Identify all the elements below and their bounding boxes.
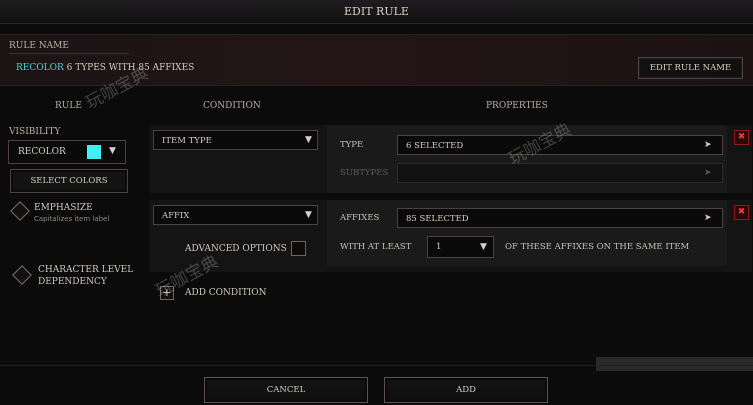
at-least-dropdown[interactable]: 1 ▼ bbox=[427, 236, 494, 258]
subtypes-label: SUBTYPES bbox=[340, 168, 389, 178]
character-level-label: CHARACTER LEVEL DEPENDENCY bbox=[38, 265, 134, 287]
arrow-right-icon: ➤ bbox=[704, 168, 712, 178]
column-header-condition: CONDITION bbox=[203, 101, 261, 111]
properties-panel: AFFIXES 85 SELECTED ➤ WITH AT LEAST 1 ▼ … bbox=[327, 200, 727, 266]
rule-name-text: RECOLOR 6 TYPES WITH 85 AFFIXES bbox=[16, 63, 194, 73]
at-least-label: WITH AT LEAST bbox=[340, 242, 412, 252]
add-condition-button[interactable]: ADD CONDITION bbox=[185, 288, 267, 298]
emphasize-label: EMPHASIZE bbox=[34, 203, 93, 213]
visibility-dropdown[interactable]: RECOLOR ▼ bbox=[8, 140, 126, 164]
dialog-title: EDIT RULE bbox=[0, 0, 753, 24]
affixes-selector[interactable]: 85 SELECTED ➤ bbox=[397, 208, 723, 228]
emphasize-checkbox[interactable] bbox=[10, 201, 30, 221]
chevron-down-icon: ▼ bbox=[305, 135, 312, 145]
cancel-button[interactable]: CANCEL bbox=[204, 377, 368, 403]
condition-type-dropdown[interactable]: AFFIX ▼ bbox=[153, 205, 318, 225]
character-level-checkbox[interactable] bbox=[12, 265, 32, 285]
condition-type-dropdown[interactable]: ITEM TYPE ▼ bbox=[153, 130, 318, 150]
add-button[interactable]: ADD bbox=[384, 377, 548, 403]
remove-condition-button[interactable]: ✖ bbox=[734, 205, 749, 220]
edit-rule-name-button[interactable]: EDIT RULE NAME bbox=[638, 57, 743, 79]
footer-divider bbox=[0, 365, 753, 366]
chevron-down-icon: ▼ bbox=[480, 242, 487, 252]
condition-row-item-type: ITEM TYPE ▼ TYPE 6 SELECTED ➤ SUBTYPES ➤ bbox=[150, 125, 752, 193]
condition-row-affix: AFFIX ▼ AFFIXES 85 SELECTED ➤ WITH AT LE… bbox=[150, 200, 752, 272]
scrollbar[interactable] bbox=[596, 357, 753, 371]
chevron-down-icon: ▼ bbox=[109, 146, 116, 156]
visibility-label: VISIBILITY bbox=[9, 127, 61, 137]
chevron-down-icon: ▼ bbox=[305, 210, 312, 220]
affixes-label: AFFIXES bbox=[340, 213, 380, 223]
type-value: 6 SELECTED bbox=[406, 141, 464, 151]
column-header-properties: PROPERTIES bbox=[486, 101, 548, 111]
emphasize-description: Capitalizes item label bbox=[34, 215, 110, 223]
condition-type-value: ITEM TYPE bbox=[162, 136, 212, 146]
arrow-right-icon: ➤ bbox=[704, 140, 712, 150]
color-swatch[interactable] bbox=[87, 145, 101, 159]
select-colors-button[interactable]: SELECT COLORS bbox=[10, 169, 128, 193]
arrow-right-icon: ➤ bbox=[704, 213, 712, 223]
advanced-options-checkbox[interactable] bbox=[291, 241, 306, 256]
subtypes-selector[interactable]: ➤ bbox=[397, 163, 723, 183]
remove-condition-button[interactable]: ✖ bbox=[734, 130, 749, 145]
at-least-suffix: OF THESE AFFIXES ON THE SAME ITEM bbox=[505, 242, 690, 252]
affixes-value: 85 SELECTED bbox=[406, 214, 469, 224]
type-label: TYPE bbox=[340, 140, 364, 150]
visibility-value: RECOLOR bbox=[18, 147, 66, 157]
rule-name-label: RULE NAME bbox=[9, 41, 69, 51]
column-header-rule: RULE bbox=[55, 101, 82, 111]
rule-name-accent: RECOLOR bbox=[16, 63, 64, 73]
at-least-value: 1 bbox=[436, 242, 442, 252]
condition-type-value: AFFIX bbox=[162, 211, 190, 221]
rule-name-divider bbox=[9, 53, 129, 54]
